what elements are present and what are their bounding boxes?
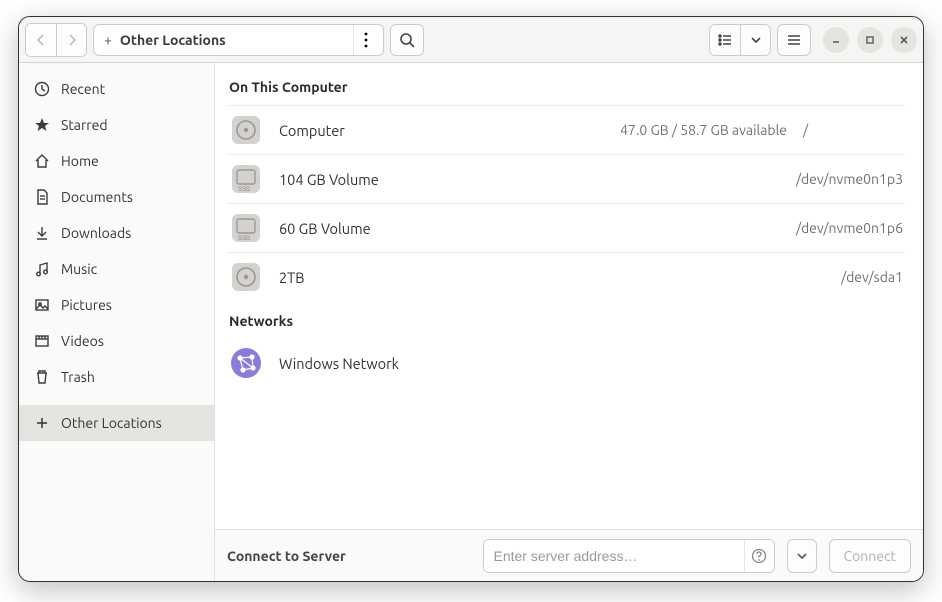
- plus-icon: [33, 414, 51, 432]
- help-icon: [751, 548, 767, 564]
- sidebar-item-label: Videos: [61, 333, 104, 349]
- sidebar-item-recent[interactable]: Recent: [19, 71, 214, 107]
- video-icon: [33, 332, 51, 350]
- connect-button[interactable]: Connect: [829, 539, 912, 573]
- sidebar-item-music[interactable]: Music: [19, 251, 214, 287]
- section-header-computer: On This Computer: [227, 75, 905, 105]
- location-row[interactable]: SSD 60 GB Volume /dev/nvme0n1p6: [227, 203, 905, 252]
- main-panel: On This Computer Computer 47.0 GB / 58.7…: [215, 63, 923, 581]
- location-name: 60 GB Volume: [279, 220, 371, 237]
- locations-content: On This Computer Computer 47.0 GB / 58.7…: [215, 63, 923, 529]
- nav-buttons: [25, 23, 87, 57]
- sidebar-item-label: Other Locations: [61, 415, 162, 431]
- home-icon: [33, 152, 51, 170]
- kebab-icon: [364, 32, 368, 48]
- sidebar-item-pictures[interactable]: Pictures: [19, 287, 214, 323]
- sidebar: Recent Starred Home Documents Downloads …: [19, 63, 215, 581]
- ssd-icon: SSD: [229, 162, 263, 196]
- ssd-icon: SSD: [229, 211, 263, 245]
- location-row[interactable]: Computer 47.0 GB / 58.7 GB available /: [227, 105, 905, 154]
- location-label: Other Locations: [120, 32, 226, 48]
- location-name: 2TB: [279, 269, 304, 286]
- clock-icon: [33, 80, 51, 98]
- sidebar-item-label: Downloads: [61, 225, 131, 241]
- chevron-down-icon: [797, 551, 807, 561]
- svg-text:SSD: SSD: [238, 187, 251, 193]
- section-header-networks: Networks: [227, 301, 905, 339]
- hamburger-icon: [787, 33, 801, 47]
- view-dropdown-button[interactable]: [740, 25, 770, 55]
- location-name: 104 GB Volume: [279, 171, 379, 188]
- view-list-button[interactable]: [710, 25, 740, 55]
- location-mount: /: [803, 122, 903, 138]
- maximize-button[interactable]: [857, 27, 883, 53]
- location-row[interactable]: 2TB /dev/sda1: [227, 252, 905, 301]
- path-menu-button[interactable]: [353, 25, 377, 55]
- window-controls: [823, 27, 917, 53]
- location-desc: 47.0 GB / 58.7 GB available: [620, 122, 787, 138]
- chevron-right-icon: [66, 34, 78, 46]
- sidebar-item-label: Home: [61, 153, 99, 169]
- svg-text:SSD: SSD: [238, 236, 251, 242]
- hamburger-menu-button[interactable]: [777, 24, 811, 56]
- music-icon: [33, 260, 51, 278]
- network-row[interactable]: Windows Network: [227, 339, 905, 387]
- connect-button-label: Connect: [844, 548, 897, 564]
- sidebar-item-downloads[interactable]: Downloads: [19, 215, 214, 251]
- server-address-box: [483, 539, 775, 573]
- close-button[interactable]: [891, 27, 917, 53]
- connect-label: Connect to Server: [227, 548, 346, 564]
- server-address-input[interactable]: [484, 540, 744, 572]
- sidebar-item-home[interactable]: Home: [19, 143, 214, 179]
- sidebar-item-trash[interactable]: Trash: [19, 359, 214, 395]
- star-icon: [33, 116, 51, 134]
- view-mode-split: [709, 24, 771, 56]
- sidebar-item-label: Pictures: [61, 297, 112, 313]
- sidebar-item-label: Starred: [61, 117, 108, 133]
- list-icon: [718, 33, 732, 47]
- close-icon: [899, 35, 909, 45]
- location-name: Computer: [279, 122, 345, 139]
- sidebar-item-label: Trash: [61, 369, 95, 385]
- sidebar-item-documents[interactable]: Documents: [19, 179, 214, 215]
- sidebar-item-starred[interactable]: Starred: [19, 107, 214, 143]
- file-manager-window: + Other Locations: [18, 16, 924, 582]
- location-mount: /dev/sda1: [841, 269, 903, 285]
- chevron-down-icon: [751, 35, 761, 45]
- server-help-button[interactable]: [744, 540, 774, 572]
- location-mount: /dev/nvme0n1p6: [796, 220, 903, 236]
- network-icon: [229, 346, 263, 380]
- chevron-left-icon: [35, 34, 47, 46]
- connect-footer: Connect to Server Connect: [215, 529, 923, 581]
- back-button[interactable]: [26, 24, 56, 56]
- search-icon: [399, 32, 415, 48]
- trash-icon: [33, 368, 51, 386]
- disk-icon: [229, 260, 263, 294]
- plus-icon: +: [104, 32, 112, 48]
- disk-icon: [229, 113, 263, 147]
- sidebar-item-other-locations[interactable]: Other Locations: [19, 405, 214, 441]
- sidebar-item-videos[interactable]: Videos: [19, 323, 214, 359]
- minimize-icon: [831, 35, 841, 45]
- location-mount: /dev/nvme0n1p3: [796, 171, 903, 187]
- header-bar: + Other Locations: [19, 17, 923, 63]
- picture-icon: [33, 296, 51, 314]
- forward-button[interactable]: [56, 24, 86, 56]
- minimize-button[interactable]: [823, 27, 849, 53]
- path-bar[interactable]: + Other Locations: [93, 24, 384, 56]
- sidebar-item-label: Music: [61, 261, 97, 277]
- sidebar-item-label: Documents: [61, 189, 133, 205]
- server-history-button[interactable]: [787, 539, 817, 573]
- download-icon: [33, 224, 51, 242]
- location-row[interactable]: SSD 104 GB Volume /dev/nvme0n1p3: [227, 154, 905, 203]
- sidebar-item-label: Recent: [61, 81, 105, 97]
- maximize-icon: [865, 35, 875, 45]
- document-icon: [33, 188, 51, 206]
- network-name: Windows Network: [279, 355, 399, 372]
- search-button[interactable]: [390, 24, 424, 56]
